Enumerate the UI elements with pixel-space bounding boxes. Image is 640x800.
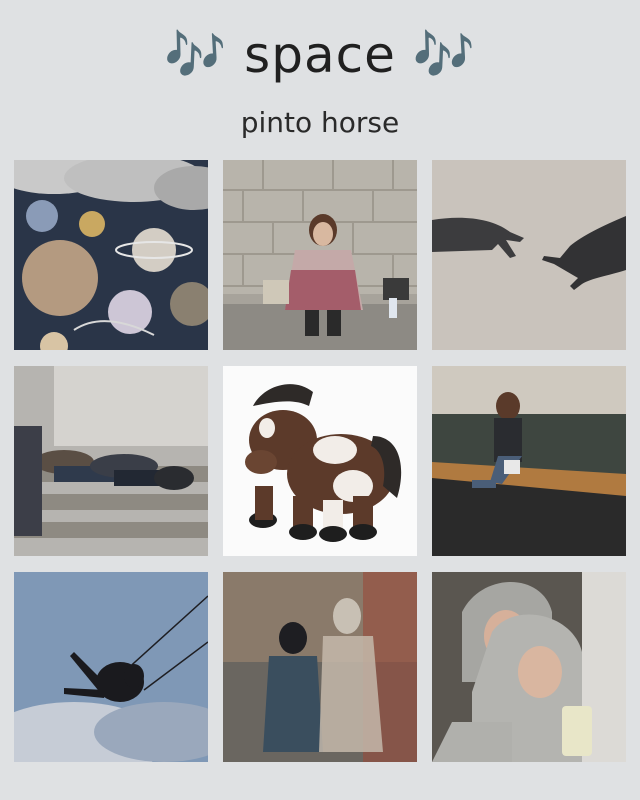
page-title: 🎶 space 🎶 [164,26,476,84]
swing-silhouette-image [14,572,208,762]
girl-sitting-on-steps-image [223,160,417,350]
planets-collage-image [14,160,208,350]
painting-two-figures-image [223,572,417,762]
pinto-horse-plush-image [223,366,417,556]
reaching-hands-shadow-image [432,160,626,350]
hoodie-mirror-selfie-image [432,572,626,762]
people-lying-on-stairs-image [14,366,208,556]
page-subtitle: pinto horse [240,106,400,139]
woman-on-bench-image [432,366,626,556]
